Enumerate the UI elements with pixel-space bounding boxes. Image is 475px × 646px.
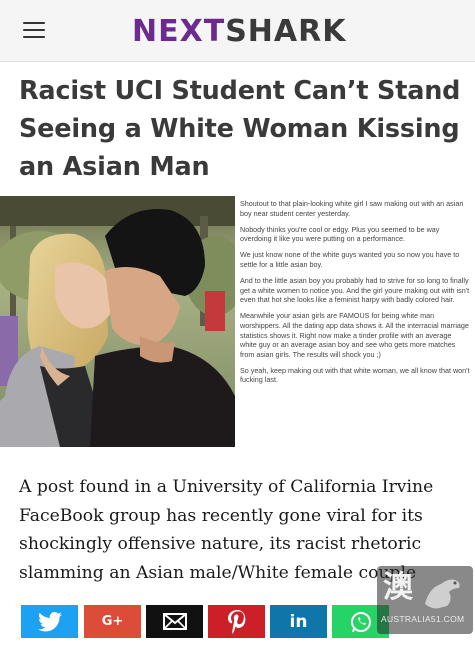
post-paragraph: Nobody thinks you're cool or edgy. Plus … (240, 224, 440, 244)
post-paragraph: Meanwhile your asian girls are FAMOUS fo… (240, 311, 469, 359)
watermark-logo: 澳 AUSTRALIA51.COM (377, 566, 473, 634)
twitter-share-button[interactable] (21, 605, 78, 638)
post-paragraph: We just know none of the white guys want… (240, 250, 460, 269)
pinterest-icon (227, 609, 245, 634)
watermark-domain: AUSTRALIA51.COM (381, 614, 465, 624)
post-paragraph: Shoutout to that plain-looking white gir… (240, 199, 464, 218)
linkedin-icon: in (289, 611, 308, 632)
whatsapp-icon (350, 611, 371, 632)
nextshark-logo[interactable]: NEXTSHARK (132, 15, 346, 49)
envelope-icon (162, 613, 187, 630)
logo-part-next: NEXT (132, 14, 226, 49)
linkedin-share-button[interactable]: in (270, 605, 327, 638)
pinterest-share-button[interactable] (208, 605, 265, 638)
post-paragraph: So yeah, keep making out with that white… (240, 365, 470, 385)
kangaroo-icon (425, 579, 460, 609)
google-plus-icon: G+ (101, 614, 124, 629)
embedded-post-text: Shoutout to that plain-looking white gir… (240, 199, 470, 392)
couple-photo (0, 196, 235, 447)
twitter-bird-icon (37, 611, 62, 631)
top-navigation-bar: NEXTSHARK (0, 0, 475, 62)
hamburger-menu-icon[interactable] (23, 20, 45, 40)
watermark-cn-text: 澳 (383, 570, 413, 605)
google-plus-share-button[interactable]: G+ (84, 605, 141, 638)
post-paragraph: And to the little asian boy you probably… (240, 276, 470, 305)
email-share-button[interactable] (146, 605, 203, 638)
article-headline: Racist UCI Student Can’t Stand Seeing a … (19, 76, 461, 182)
logo-part-shark: SHARK (225, 14, 347, 49)
